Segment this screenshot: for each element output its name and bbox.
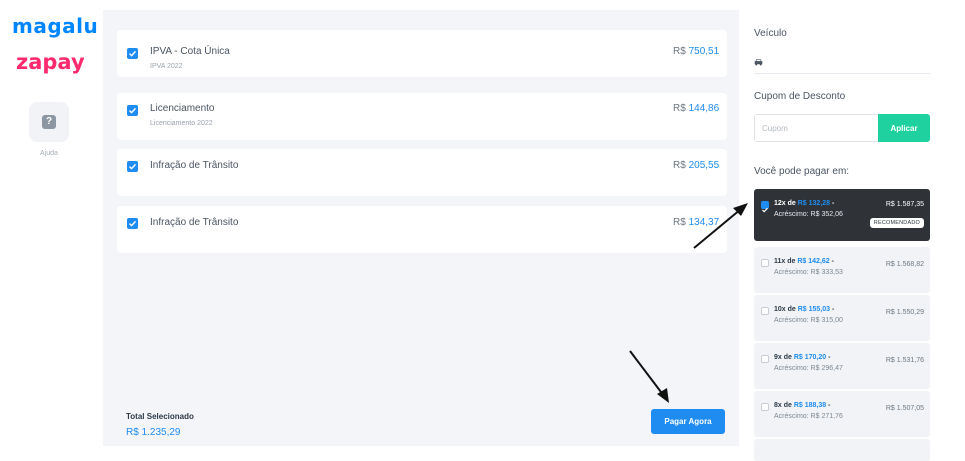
debt-amount: R$ 750,51 <box>673 46 719 57</box>
debt-item[interactable]: Infração de Trânsito R$ 134,37 <box>117 206 727 253</box>
installment-surcharge: Acréscimo: R$ 333,53 <box>774 269 843 276</box>
installment-surcharge: Acréscimo: R$ 271,76 <box>774 413 843 420</box>
installment-count: 9x de <box>774 354 792 361</box>
apply-coupon-button[interactable]: Aplicar <box>878 114 930 142</box>
checkbox-checked-icon[interactable] <box>127 48 138 59</box>
checkbox-checked-icon[interactable] <box>761 201 769 213</box>
currency: R$ <box>673 160 686 171</box>
app: magalu zapay ? Ajuda IPVA - Cota Única I… <box>0 0 965 461</box>
checkbox-empty-icon[interactable] <box>761 259 769 267</box>
debt-item[interactable]: Licenciamento Licenciamento 2022 R$ 144,… <box>117 93 727 140</box>
car-icon <box>754 53 763 71</box>
checkbox-empty-icon[interactable] <box>761 307 769 315</box>
installment-value: R$ 170,20 <box>793 354 827 361</box>
installment-total: R$ 1.507,05 <box>885 405 924 412</box>
installment-option-8x[interactable]: 8x de R$ 188,38 - Acréscimo: R$ 271,76 R… <box>754 391 930 437</box>
currency: R$ <box>673 217 686 228</box>
amount-value: 750,51 <box>688 46 720 57</box>
separator: - <box>826 354 831 361</box>
currency: R$ <box>673 103 686 114</box>
separator: - <box>826 402 831 409</box>
checkbox-empty-icon[interactable] <box>761 403 769 411</box>
separator: - <box>829 258 834 265</box>
debt-amount: R$ 144,86 <box>673 103 719 114</box>
debt-title: Licenciamento <box>150 103 215 114</box>
amount-value: 205,55 <box>688 160 720 171</box>
zapay-logo[interactable]: zapay <box>16 50 85 74</box>
total-value: R$ 1.235,29 <box>126 427 181 438</box>
divider <box>754 73 930 74</box>
debt-subtitle: IPVA 2022 <box>150 63 183 70</box>
installment-surcharge: Acréscimo: R$ 315,00 <box>774 317 843 324</box>
recommended-badge: RECOMENDADO <box>869 218 924 228</box>
amount-value: 134,37 <box>688 217 720 228</box>
checkbox-checked-icon[interactable] <box>127 218 138 229</box>
left-rail: magalu zapay ? Ajuda <box>0 0 100 461</box>
installment-count: 12x de <box>774 200 796 207</box>
installment-surcharge: Acréscimo: R$ 352,06 <box>774 211 843 218</box>
installment-surcharge: Acréscimo: R$ 296,47 <box>774 365 843 372</box>
installment-value: R$ 188,38 <box>793 402 827 409</box>
debt-amount: R$ 134,37 <box>673 217 719 228</box>
question-icon: ? <box>42 115 56 129</box>
debt-title: IPVA - Cota Única <box>150 46 230 57</box>
separator: - <box>830 200 835 207</box>
currency: R$ <box>673 46 686 57</box>
debt-title: Infração de Trânsito <box>150 160 239 171</box>
coupon-input[interactable]: Cupom <box>754 114 878 142</box>
installment-amount: 10x de R$ 155,03 - <box>774 306 834 313</box>
debt-subtitle: Licenciamento 2022 <box>150 120 213 127</box>
pay-now-button[interactable]: Pagar Agora <box>651 409 725 434</box>
checkbox-empty-icon[interactable] <box>761 355 769 363</box>
installment-count: 10x de <box>774 306 796 313</box>
help-button[interactable]: ? <box>29 102 69 142</box>
amount-value: 144,86 <box>688 103 720 114</box>
installment-option-11x[interactable]: 11x de R$ 142,62 - Acréscimo: R$ 333,53 … <box>754 247 930 293</box>
coupon-label: Cupom de Desconto <box>754 91 846 102</box>
separator: - <box>830 306 835 313</box>
installment-amount: 12x de R$ 132,28 - <box>774 200 834 207</box>
installment-total: R$ 1.531,76 <box>885 357 924 364</box>
installment-value: R$ 142,62 <box>797 258 830 265</box>
installment-option-12x[interactable]: 12x de R$ 132,28 - Acréscimo: R$ 352,06 … <box>754 189 930 241</box>
debt-title: Infração de Trânsito <box>150 217 239 228</box>
installment-total: R$ 1.550,29 <box>885 309 924 316</box>
installment-option-9x[interactable]: 9x de R$ 170,20 - Acréscimo: R$ 296,47 R… <box>754 343 930 389</box>
debt-item[interactable]: IPVA - Cota Única IPVA 2022 R$ 750,51 <box>117 30 727 77</box>
magalu-logo[interactable]: magalu <box>12 14 98 38</box>
installment-count: 8x de <box>774 402 792 409</box>
installment-count: 11x de <box>774 258 796 265</box>
installment-amount: 9x de R$ 170,20 - <box>774 354 830 361</box>
debt-amount: R$ 205,55 <box>673 160 719 171</box>
installments-label: Você pode pagar em: <box>754 166 850 177</box>
checkbox-checked-icon[interactable] <box>127 105 138 116</box>
payment-sidebar: Veículo Cupom de Desconto Cupom Aplicar … <box>740 0 965 461</box>
installment-option-partial[interactable] <box>754 439 930 461</box>
debt-item[interactable]: Infração de Trânsito R$ 205,55 <box>117 149 727 196</box>
vehicle-label: Veículo <box>754 28 787 39</box>
total-label: Total Selecionado <box>126 412 194 421</box>
debts-panel: IPVA - Cota Única IPVA 2022 R$ 750,51 Li… <box>103 10 739 446</box>
installment-total: R$ 1.587,35 <box>885 201 924 208</box>
installment-option-10x[interactable]: 10x de R$ 155,03 - Acréscimo: R$ 315,00 … <box>754 295 930 341</box>
installment-value: R$ 155,03 <box>797 306 831 313</box>
installment-value: R$ 132,28 <box>797 200 831 207</box>
installment-amount: 8x de R$ 188,38 - <box>774 402 830 409</box>
help-label: Ajuda <box>40 150 58 157</box>
installment-total: R$ 1.568,82 <box>885 261 924 268</box>
installment-amount: 11x de R$ 142,62 - <box>774 258 834 265</box>
checkbox-checked-icon[interactable] <box>127 161 138 172</box>
